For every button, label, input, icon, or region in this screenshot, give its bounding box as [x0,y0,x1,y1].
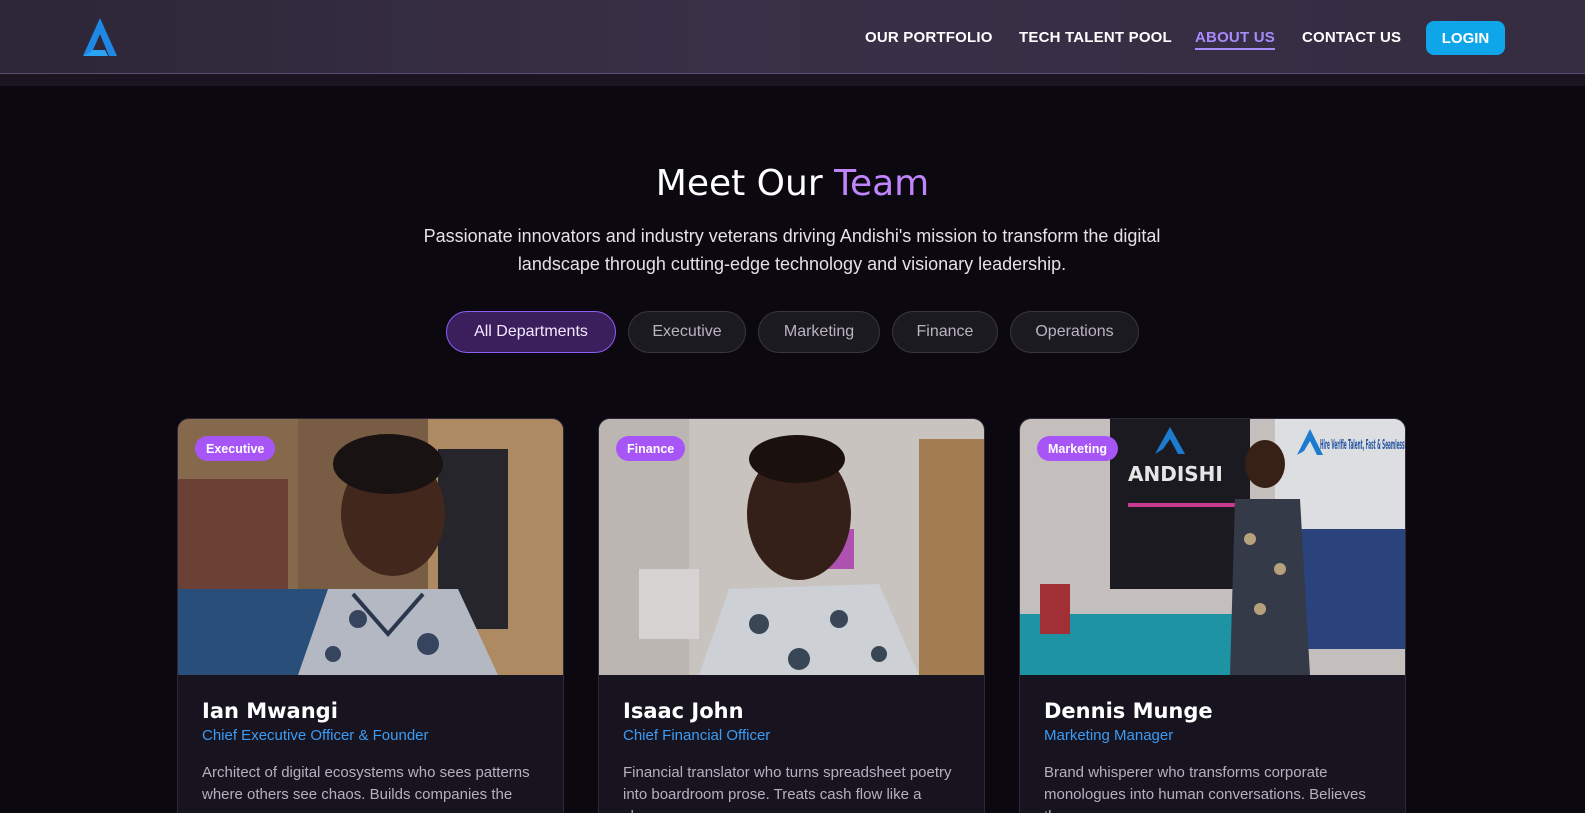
team-card[interactable]: ANDISHI Hire Verifie Talent, Fast & Seam… [1019,418,1406,813]
team-member-bio: Brand whisperer who transforms corporate… [1044,764,1366,813]
team-member-photo: Executive [178,419,563,675]
filter-marketing[interactable]: Marketing [758,311,880,353]
page-title-main: Meet Our [655,163,835,204]
andishi-logo-icon[interactable] [79,16,121,58]
team-member-name: Ian Mwangi [202,699,338,723]
nav-link-about-us[interactable]: ABOUT US [1195,29,1275,50]
team-member-role: Chief Financial Officer [623,727,771,744]
navbar-divider [0,74,1585,86]
team-member-photo: Finance [599,419,984,675]
team-member-name: Isaac John [623,699,744,723]
team-member-role: Chief Executive Officer & Founder [202,727,429,744]
filter-finance[interactable]: Finance [892,311,998,353]
page-subtitle: Passionate innovators and industry veter… [423,226,1161,274]
page-title-accent: Team [834,163,930,204]
team-member-bio: Financial translator who turns spreadshe… [623,764,952,813]
team-member-name: Dennis Munge [1044,699,1213,723]
filter-all-departments[interactable]: All Departments [446,311,616,353]
team-member-bio: Architect of digital ecosystems who sees… [202,764,530,813]
nav-link-contact-us[interactable]: CONTACT US [1302,29,1401,46]
filter-operations[interactable]: Operations [1010,311,1139,353]
nav-link-tech-talent-pool[interactable]: TECH TALENT POOL [1019,29,1172,46]
team-card[interactable]: Executive Ian Mwangi Chief Executive Off… [177,418,564,813]
department-badge: Finance [616,436,686,461]
team-member-role: Marketing Manager [1044,727,1174,744]
department-badge: Marketing [1037,436,1119,461]
team-member-photo: ANDISHI Hire Verifie Talent, Fast & Seam… [1020,419,1405,675]
filter-executive[interactable]: Executive [628,311,746,353]
department-badge: Executive [195,436,276,461]
login-button[interactable]: LOGIN [1426,21,1505,55]
team-card[interactable]: Finance Isaac John Chief Financial Offic… [598,418,985,813]
nav-link-our-portfolio[interactable]: OUR PORTFOLIO [865,29,993,46]
top-navbar: OUR PORTFOLIO TECH TALENT POOL ABOUT US … [0,0,1585,74]
page-title: Meet Our Team [0,163,1585,204]
